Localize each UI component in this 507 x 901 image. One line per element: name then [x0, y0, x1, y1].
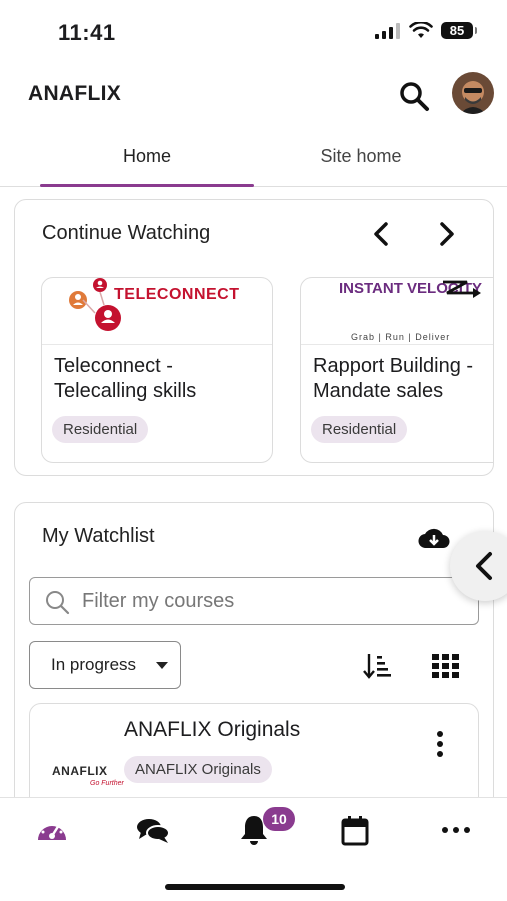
course-card-teleconnect[interactable]: TELECONNECT Teleconnect - Telecalling sk…: [41, 277, 273, 463]
course-image-teleconnect: TELECONNECT: [42, 278, 272, 345]
caret-down-icon: [156, 662, 168, 669]
more-options-button[interactable]: [428, 728, 452, 760]
wifi-icon: [409, 22, 433, 38]
sort-button[interactable]: [361, 649, 395, 683]
download-button[interactable]: [417, 521, 451, 555]
tab-home[interactable]: Home: [40, 146, 254, 167]
course-tag: Residential: [311, 416, 408, 443]
carousel-next-button[interactable]: [429, 216, 465, 252]
progress-filter-select[interactable]: In progress: [29, 641, 181, 689]
tab-bar: Home Site home: [0, 138, 507, 187]
course-image-instant-velocity: INSTANT VELOCITY Grab | Run | Deliver: [301, 278, 493, 345]
avatar-image: [452, 72, 494, 114]
search-icon: [400, 82, 429, 111]
grid-view-button[interactable]: [429, 649, 463, 683]
app-title: ANAFLIX: [28, 82, 122, 105]
user-avatar[interactable]: [452, 72, 494, 114]
course-name: Rapport Building - Mandate sales: [313, 355, 474, 402]
watchlist-item-name: ANAFLIX Originals: [124, 718, 301, 741]
anaflix-logo: ANAFLIX: [52, 764, 108, 778]
instant-velocity-tagline: Grab | Run | Deliver: [351, 332, 451, 342]
grid-icon: [432, 654, 459, 678]
sort-descending-icon: [363, 654, 391, 679]
notification-count-badge: 10: [263, 807, 295, 831]
calendar-icon: [341, 816, 369, 846]
kebab-menu-icon: [437, 731, 443, 757]
more-horizontal-icon: [442, 827, 470, 833]
status-icons: 85: [375, 22, 477, 39]
continue-watching-title: Continue Watching: [42, 222, 211, 244]
chat-bubbles-icon: [137, 819, 170, 843]
velocity-arrow-icon: [443, 280, 481, 298]
watchlist-title: My Watchlist: [42, 525, 155, 547]
my-watchlist-section: My Watchlist In progress: [14, 502, 494, 814]
active-tab-indicator: [40, 184, 254, 187]
nav-messages[interactable]: [131, 812, 175, 848]
nav-more[interactable]: [434, 812, 478, 848]
nav-dashboard[interactable]: [30, 812, 74, 848]
carousel-previous-button[interactable]: [363, 216, 399, 252]
chevron-left-icon: [374, 222, 388, 246]
course-name: Teleconnect - Telecalling skills: [54, 355, 197, 402]
home-indicator[interactable]: [165, 884, 345, 890]
course-tag: Residential: [52, 416, 149, 443]
filter-courses-input[interactable]: [82, 578, 462, 624]
cloud-download-icon: [418, 528, 450, 549]
battery-indicator: 85: [441, 22, 477, 39]
status-bar: 11:41 85: [0, 0, 507, 66]
teleconnect-logo-text: TELECONNECT: [114, 286, 240, 303]
status-time: 11:41: [58, 20, 116, 45]
anaflix-logo-tagline: Go Further: [90, 780, 124, 787]
gauge-icon: [38, 821, 66, 840]
progress-filter-value: In progress: [51, 655, 137, 674]
tab-site-home[interactable]: Site home: [254, 146, 468, 167]
cellular-signal-icon: [375, 22, 400, 39]
app-header: ANAFLIX: [0, 66, 507, 122]
nav-calendar[interactable]: [333, 812, 377, 848]
filter-courses-field[interactable]: [29, 577, 479, 625]
continue-watching-section: Continue Watching TELECONNECT Teleconnec…: [14, 199, 494, 476]
chevron-left-icon: [476, 552, 492, 580]
chevron-right-icon: [440, 222, 454, 246]
search-button[interactable]: [394, 76, 434, 116]
search-icon: [46, 591, 70, 615]
watchlist-item-tag: ANAFLIX Originals: [124, 756, 272, 783]
course-card-rapport-building[interactable]: INSTANT VELOCITY Grab | Run | Deliver Ra…: [300, 277, 493, 463]
